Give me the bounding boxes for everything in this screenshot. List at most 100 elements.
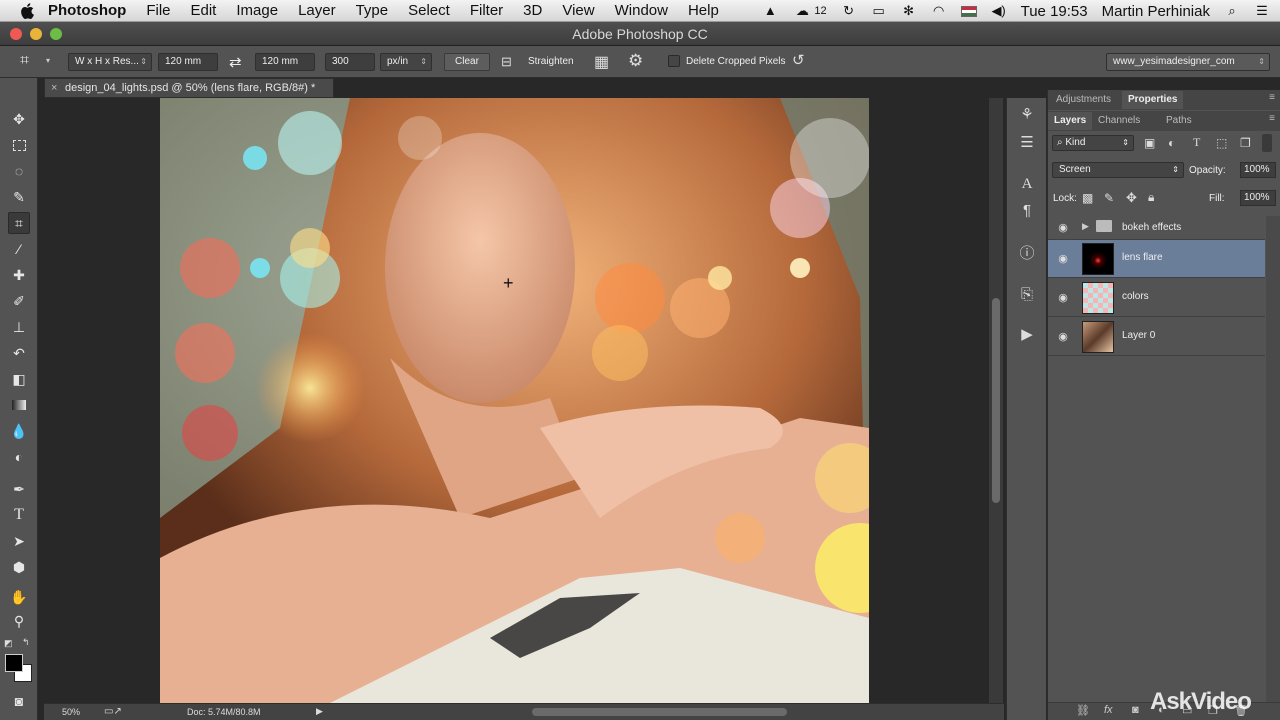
gear-icon[interactable]: ⚙ bbox=[628, 51, 643, 71]
history-brush-tool-icon[interactable]: ↶ bbox=[8, 342, 30, 364]
filter-kind-select[interactable]: ⌕ Kind ⇕ bbox=[1052, 135, 1134, 151]
filter-pixel-icon[interactable]: ▣ bbox=[1144, 136, 1155, 150]
wifi-icon[interactable]: ◠ bbox=[931, 4, 947, 18]
layer-row-lens-flare[interactable]: ◉ lens flare bbox=[1048, 240, 1265, 278]
airplay-icon[interactable]: ▭ bbox=[871, 4, 887, 18]
document-tab[interactable]: × design_04_lights.psd @ 50% (lens flare… bbox=[44, 78, 334, 98]
tab-adjustments[interactable]: Adjustments bbox=[1050, 91, 1117, 109]
layer-row-layer-0[interactable]: ◉ Layer 0 bbox=[1048, 318, 1265, 356]
panel-menu-icon[interactable]: ≡ bbox=[1269, 92, 1275, 103]
status-info-icon[interactable]: ▭↗ bbox=[104, 706, 122, 717]
layers-scrollbar[interactable] bbox=[1266, 216, 1280, 706]
quick-mask-icon[interactable]: ◙ bbox=[8, 690, 30, 712]
crop-tool-icon[interactable]: ⌗ bbox=[8, 212, 30, 234]
menu-file[interactable]: File bbox=[146, 2, 170, 19]
layers-panel-menu-icon[interactable]: ≡ bbox=[1269, 113, 1275, 124]
crop-tool-preset-icon[interactable]: ⌗ bbox=[20, 52, 29, 70]
straighten-icon[interactable]: ⊟ bbox=[501, 54, 512, 70]
bluetooth-icon[interactable]: ✻ bbox=[901, 4, 917, 18]
resolution-unit-select[interactable]: px/in ⇕ bbox=[380, 53, 432, 71]
ratio-select[interactable]: W x H x Res... ⇕ bbox=[68, 53, 152, 71]
width-input[interactable]: 120 mm bbox=[158, 53, 218, 71]
default-colors-icon[interactable]: ◩ bbox=[4, 638, 13, 649]
tab-layers[interactable]: Layers bbox=[1048, 112, 1093, 130]
link-layers-icon[interactable]: ⛓ bbox=[1076, 704, 1090, 717]
type-tool-icon[interactable]: T bbox=[8, 504, 30, 526]
lock-position-icon[interactable]: ✥ bbox=[1126, 190, 1137, 206]
lock-all-icon[interactable]: 🔒︎ bbox=[1148, 190, 1154, 205]
blur-tool-icon[interactable]: 💧 bbox=[8, 420, 30, 442]
zoom-level[interactable]: 50% bbox=[62, 707, 80, 717]
visibility-eye-icon[interactable]: ◉ bbox=[1056, 330, 1070, 344]
horizontal-scrollbar-thumb[interactable] bbox=[532, 708, 787, 716]
brush-presets-icon[interactable]: ⚘ bbox=[1017, 104, 1037, 124]
filter-shape-icon[interactable]: ⬚ bbox=[1216, 136, 1227, 150]
lock-pixels-icon[interactable]: ✎ bbox=[1104, 191, 1114, 205]
dodge-tool-icon[interactable]: ◐ bbox=[8, 446, 30, 468]
straighten-button[interactable]: Straighten bbox=[528, 56, 574, 67]
move-tool-icon[interactable]: ✥ bbox=[8, 108, 30, 130]
resolution-input[interactable]: 300 bbox=[325, 53, 375, 71]
menu-image[interactable]: Image bbox=[236, 2, 278, 19]
character-icon[interactable]: A bbox=[1017, 174, 1037, 194]
reset-icon[interactable]: ↺ bbox=[792, 51, 805, 69]
adjustments-sliders-icon[interactable]: ☰ bbox=[1017, 132, 1037, 152]
menu-3d[interactable]: 3D bbox=[523, 2, 542, 19]
healing-brush-tool-icon[interactable]: ✚ bbox=[8, 264, 30, 286]
user-name[interactable]: Martin Perhiniak bbox=[1102, 3, 1210, 20]
notification-center-icon[interactable]: ☰ bbox=[1254, 4, 1270, 18]
chevron-down-icon[interactable]: ▾ bbox=[46, 56, 50, 65]
foreground-color-swatch[interactable] bbox=[5, 654, 23, 672]
menu-layer[interactable]: Layer bbox=[298, 2, 336, 19]
menu-view[interactable]: View bbox=[562, 2, 594, 19]
zoom-tool-icon[interactable]: ⚲ bbox=[8, 610, 30, 632]
expand-group-arrow-icon[interactable]: ▶ bbox=[1082, 221, 1089, 232]
menu-edit[interactable]: Edit bbox=[191, 2, 217, 19]
history-icon[interactable]: ⎘ bbox=[1017, 284, 1037, 304]
minimize-window-button[interactable] bbox=[30, 28, 42, 40]
cloud-icon[interactable]: ☁ bbox=[792, 4, 812, 18]
tab-channels[interactable]: Channels bbox=[1092, 112, 1146, 130]
volume-icon[interactable]: ◀) bbox=[991, 4, 1007, 18]
layer-row-bokeh-effects[interactable]: ◉ ▶ bokeh effects bbox=[1048, 216, 1265, 240]
clock[interactable]: Tue 19:53 bbox=[1021, 3, 1088, 20]
lock-transparency-icon[interactable]: ▩ bbox=[1082, 191, 1093, 205]
zoom-window-button[interactable] bbox=[50, 28, 62, 40]
filter-smart-object-icon[interactable]: ❐ bbox=[1240, 136, 1251, 150]
eraser-tool-icon[interactable]: ◧ bbox=[8, 368, 30, 390]
overlay-grid-icon[interactable]: ▦ bbox=[594, 52, 609, 72]
close-document-icon[interactable]: × bbox=[51, 79, 57, 97]
drive-icon[interactable]: ▲ bbox=[762, 4, 778, 18]
paragraph-icon[interactable]: ¶ bbox=[1017, 200, 1037, 220]
layer-row-colors[interactable]: ◉ colors bbox=[1048, 279, 1265, 317]
vertical-scrollbar[interactable] bbox=[989, 98, 1003, 703]
delete-cropped-checkbox[interactable] bbox=[668, 55, 680, 67]
close-window-button[interactable] bbox=[10, 28, 22, 40]
path-selection-tool-icon[interactable]: ➤ bbox=[8, 530, 30, 552]
scrollbar-thumb[interactable] bbox=[992, 298, 1000, 503]
tab-properties[interactable]: Properties bbox=[1122, 91, 1184, 109]
clear-button[interactable]: Clear bbox=[444, 53, 490, 71]
filter-toggle[interactable] bbox=[1262, 134, 1272, 152]
height-input[interactable]: 120 mm bbox=[255, 53, 315, 71]
tab-paths[interactable]: Paths bbox=[1160, 112, 1198, 130]
swap-icon[interactable]: ⇄ bbox=[229, 53, 242, 71]
blend-mode-select[interactable]: Screen ⇕ bbox=[1052, 162, 1184, 178]
workspace-select[interactable]: www_yesimadesigner_com ⇕ bbox=[1106, 53, 1270, 71]
menu-type[interactable]: Type bbox=[356, 2, 389, 19]
status-menu-arrow-icon[interactable]: ▶ bbox=[316, 706, 323, 717]
hand-tool-icon[interactable]: ✋ bbox=[8, 586, 30, 608]
eyedropper-tool-icon[interactable]: ⁄ bbox=[8, 238, 30, 260]
visibility-eye-icon[interactable]: ◉ bbox=[1056, 221, 1070, 235]
info-icon[interactable]: ⓘ bbox=[1017, 242, 1037, 262]
app-menu[interactable]: Photoshop bbox=[48, 2, 126, 19]
visibility-eye-icon[interactable]: ◉ bbox=[1056, 252, 1070, 266]
actions-play-icon[interactable]: ▶ bbox=[1017, 324, 1037, 344]
clone-stamp-tool-icon[interactable]: ⊥ bbox=[8, 316, 30, 338]
flag-icon[interactable] bbox=[960, 5, 977, 17]
gradient-tool-icon[interactable] bbox=[8, 394, 30, 416]
brush-tool-icon[interactable]: ✐ bbox=[8, 290, 30, 312]
menu-select[interactable]: Select bbox=[408, 2, 450, 19]
opacity-input[interactable]: 100% bbox=[1240, 162, 1276, 178]
marquee-tool-icon[interactable] bbox=[8, 134, 30, 156]
